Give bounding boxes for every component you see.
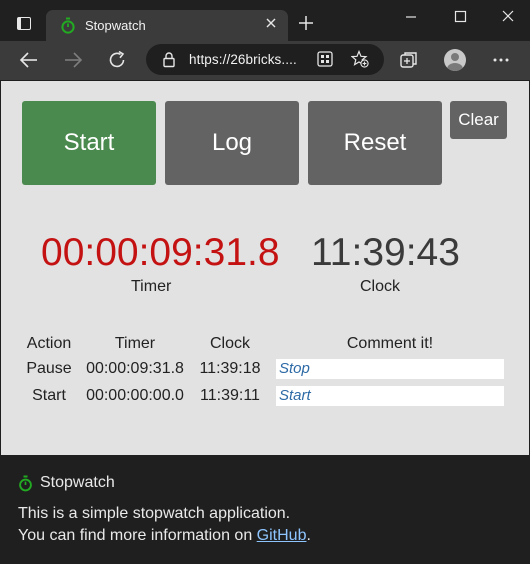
footer-info-line: You can find more information on GitHub. bbox=[18, 527, 311, 545]
star-add-icon[interactable] bbox=[351, 50, 369, 68]
close-icon[interactable] bbox=[264, 16, 278, 30]
forward-arrow-icon[interactable] bbox=[62, 49, 84, 71]
browser-toolbar: https://26bricks.... bbox=[0, 41, 530, 80]
back-arrow-icon[interactable] bbox=[18, 49, 40, 71]
tab-title: Stopwatch bbox=[85, 18, 146, 33]
window-icon[interactable] bbox=[17, 17, 31, 30]
row-clock: 11:39:18 bbox=[199, 359, 261, 377]
refresh-icon[interactable] bbox=[106, 49, 128, 71]
footer-brand: Stopwatch bbox=[18, 474, 115, 492]
header-clock: Clock bbox=[209, 335, 250, 352]
row-clock: 11:39:11 bbox=[200, 386, 260, 404]
log-button[interactable]: Log bbox=[165, 101, 299, 185]
footer-description: This is a simple stopwatch application. bbox=[18, 505, 291, 522]
row-action: Pause bbox=[26, 359, 72, 377]
github-link[interactable]: GitHub bbox=[257, 527, 307, 544]
address-bar[interactable]: https://26bricks.... bbox=[146, 44, 384, 75]
row-timer: 00:00:00:00.0 bbox=[86, 386, 184, 404]
comment-input[interactable] bbox=[276, 358, 504, 379]
timer-label: Timer bbox=[131, 278, 172, 295]
minimize-icon[interactable] bbox=[397, 6, 425, 28]
table-row: Pause 00:00:09:31.8 11:39:18 bbox=[16, 355, 508, 382]
lock-icon[interactable] bbox=[161, 51, 177, 68]
header-action: Action bbox=[26, 335, 72, 352]
title-bar: Stopwatch bbox=[0, 0, 530, 41]
timer-display: 00:00:09:31.8 bbox=[41, 231, 280, 274]
stopwatch-page: Start Log Reset Clear 00:00:09:31.8 11:3… bbox=[1, 81, 529, 455]
footer-info-text: You can find more information on bbox=[18, 527, 257, 544]
table-header-row: Action Timer Clock Comment it! bbox=[16, 333, 508, 355]
start-button[interactable]: Start bbox=[22, 101, 156, 185]
row-comment-cell bbox=[272, 355, 508, 382]
more-dots-icon[interactable] bbox=[490, 49, 512, 71]
footer-period: . bbox=[306, 527, 311, 544]
footer-title: Stopwatch bbox=[40, 474, 115, 491]
app-grid-icon[interactable] bbox=[316, 50, 334, 68]
log-table: Action Timer Clock Comment it! Pause 00:… bbox=[16, 333, 508, 409]
collections-icon[interactable] bbox=[398, 49, 420, 71]
window-close-icon[interactable] bbox=[494, 6, 522, 28]
comment-input[interactable] bbox=[276, 385, 504, 406]
clock-label: Clock bbox=[360, 278, 401, 295]
plus-icon[interactable] bbox=[296, 13, 316, 33]
table-row: Start 00:00:00:00.0 11:39:11 bbox=[16, 382, 508, 409]
url-text[interactable]: https://26bricks.... bbox=[189, 52, 297, 67]
clear-button[interactable]: Clear bbox=[450, 101, 507, 139]
clock-display: 11:39:43 bbox=[311, 231, 460, 274]
profile-avatar-icon[interactable] bbox=[444, 49, 466, 71]
row-action: Start bbox=[32, 386, 66, 404]
maximize-icon[interactable] bbox=[446, 6, 474, 28]
row-comment-cell bbox=[272, 382, 508, 409]
row-timer: 00:00:09:31.8 bbox=[86, 359, 184, 377]
browser-tab[interactable]: Stopwatch bbox=[46, 10, 288, 41]
stopwatch-icon bbox=[61, 17, 75, 34]
stopwatch-icon bbox=[19, 475, 32, 491]
page-footer: Stopwatch This is a simple stopwatch app… bbox=[1, 455, 529, 563]
header-comment: Comment it! bbox=[346, 335, 434, 352]
header-timer: Timer bbox=[114, 335, 156, 352]
reset-button[interactable]: Reset bbox=[308, 101, 442, 185]
